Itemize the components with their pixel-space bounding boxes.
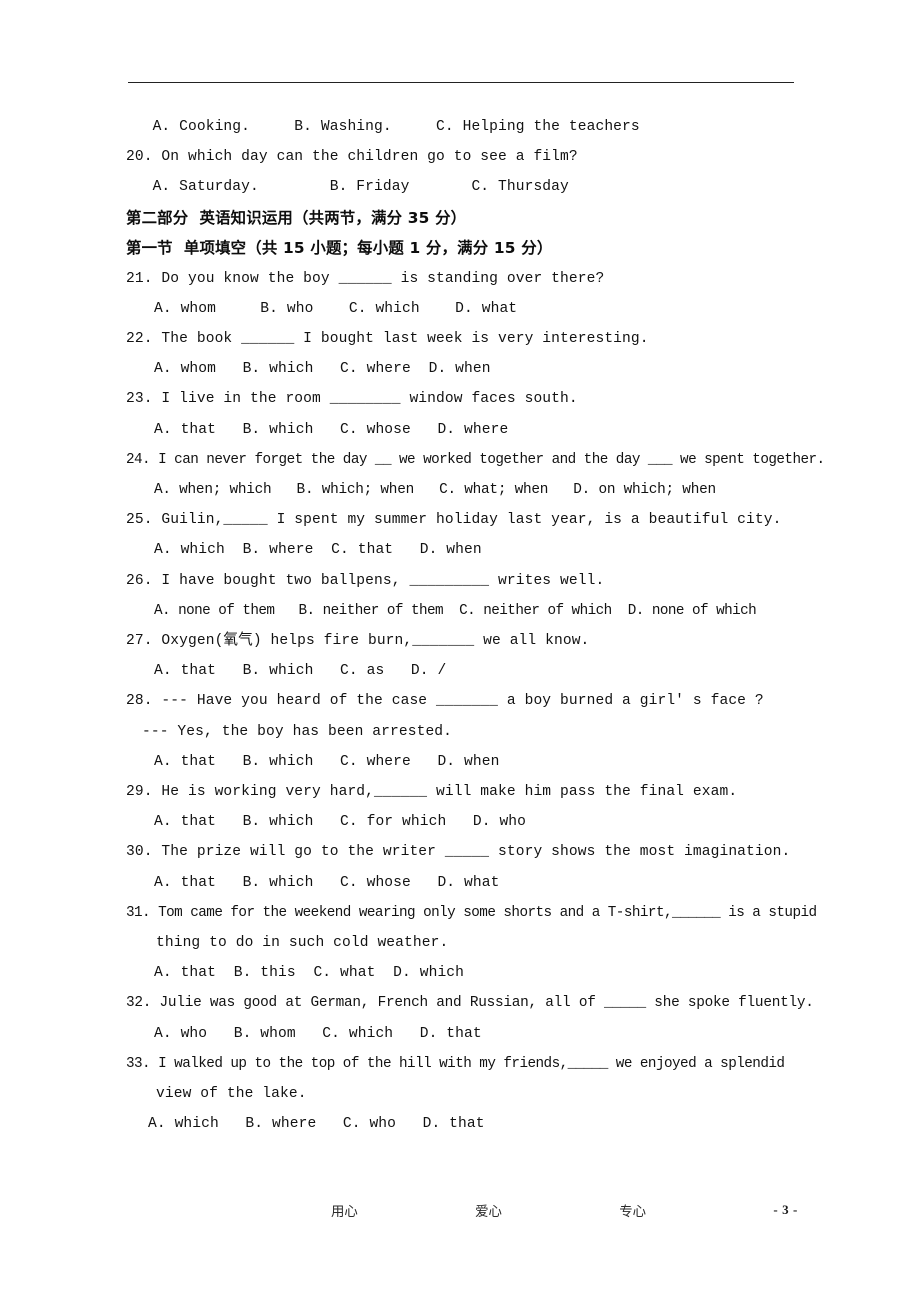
question-21-options: A. whom B. who C. which D. what (154, 300, 518, 317)
footer-word-3: 专心 (619, 1205, 646, 1220)
page-number: - 3 - (773, 1202, 798, 1217)
question-29-stem: 29. He is working very hard,______ will … (126, 784, 738, 801)
question-26-stem: 26. I have bought two ballpens, ________… (126, 572, 605, 589)
document-body: A. Cooking. B. Washing. C. Helping the t… (126, 112, 825, 1140)
question-24-options: A. when; which B. which; when C. what; w… (154, 482, 716, 499)
document-page: A. Cooking. B. Washing. C. Helping the t… (0, 0, 920, 1302)
question-30-stem: 30. The prize will go to the writer ____… (126, 844, 791, 861)
heading-section-one: 第一节 单项填空（共 15 小题；每小题 1 分，满分 15 分） (126, 239, 553, 258)
question-33-continuation: view of the lake. (156, 1086, 307, 1103)
question-33-options: A. which B. where C. who D. that (148, 1116, 485, 1133)
question-26-options: A. none of them B. neither of them C. ne… (154, 602, 757, 619)
question-31-stem: 31. Tom came for the weekend wearing onl… (126, 904, 817, 921)
question-28-options: A. that B. which C. where D. when (154, 753, 500, 770)
question-32-options: A. who B. whom C. which D. that (154, 1025, 482, 1042)
question-20-stem: 20. On which day can the children go to … (126, 149, 578, 166)
question-31-continuation: thing to do in such cold weather. (156, 935, 449, 952)
question-31-options: A. that B. this C. what D. which (154, 965, 465, 982)
question-22-stem: 22. The book ______ I bought last week i… (126, 331, 649, 348)
footer-slogan: 用心 爱心 专心 (126, 1200, 646, 1220)
question-23-stem: 23. I live in the room ________ window f… (126, 391, 578, 408)
footer-word-2: 爱心 (475, 1205, 502, 1220)
question-28-continuation: --- Yes, the boy has been arrested. (142, 723, 453, 740)
question-20-options: A. Saturday. B. Friday C. Thursday (126, 179, 569, 196)
question-27-options: A. that B. which C. as D. / (154, 663, 447, 680)
question-25-options: A. which B. where C. that D. when (154, 542, 482, 559)
question-33-stem: 33. I walked up to the top of the hill w… (126, 1055, 785, 1072)
question-24-stem: 24. I can never forget the day __ we wor… (126, 451, 825, 468)
heading-part-two: 第二部分 英语知识运用（共两节，满分 35 分） (126, 208, 467, 227)
question-27-stem: 27. Oxygen(氧气) helps fire burn,_______ w… (126, 633, 590, 650)
header-rule (128, 82, 794, 83)
question-19-options: A. Cooking. B. Washing. C. Helping the t… (126, 119, 640, 135)
question-32-stem: 32. Julie was good at German, French and… (126, 995, 814, 1012)
question-25-stem: 25. Guilin,_____ I spent my summer holid… (126, 512, 782, 529)
question-22-options: A. whom B. which C. where D. when (154, 361, 491, 378)
question-29-options: A. that B. which C. for which D. who (154, 814, 527, 831)
question-28-stem: 28. --- Have you heard of the case _____… (126, 693, 764, 710)
question-30-options: A. that B. which C. whose D. what (154, 874, 500, 891)
page-footer: 用心 爱心 专心 - 3 - (126, 1200, 798, 1226)
question-23-options: A. that B. which C. whose D. where (154, 421, 509, 438)
footer-word-1: 用心 (331, 1205, 358, 1220)
question-21-stem: 21. Do you know the boy ______ is standi… (126, 270, 605, 287)
